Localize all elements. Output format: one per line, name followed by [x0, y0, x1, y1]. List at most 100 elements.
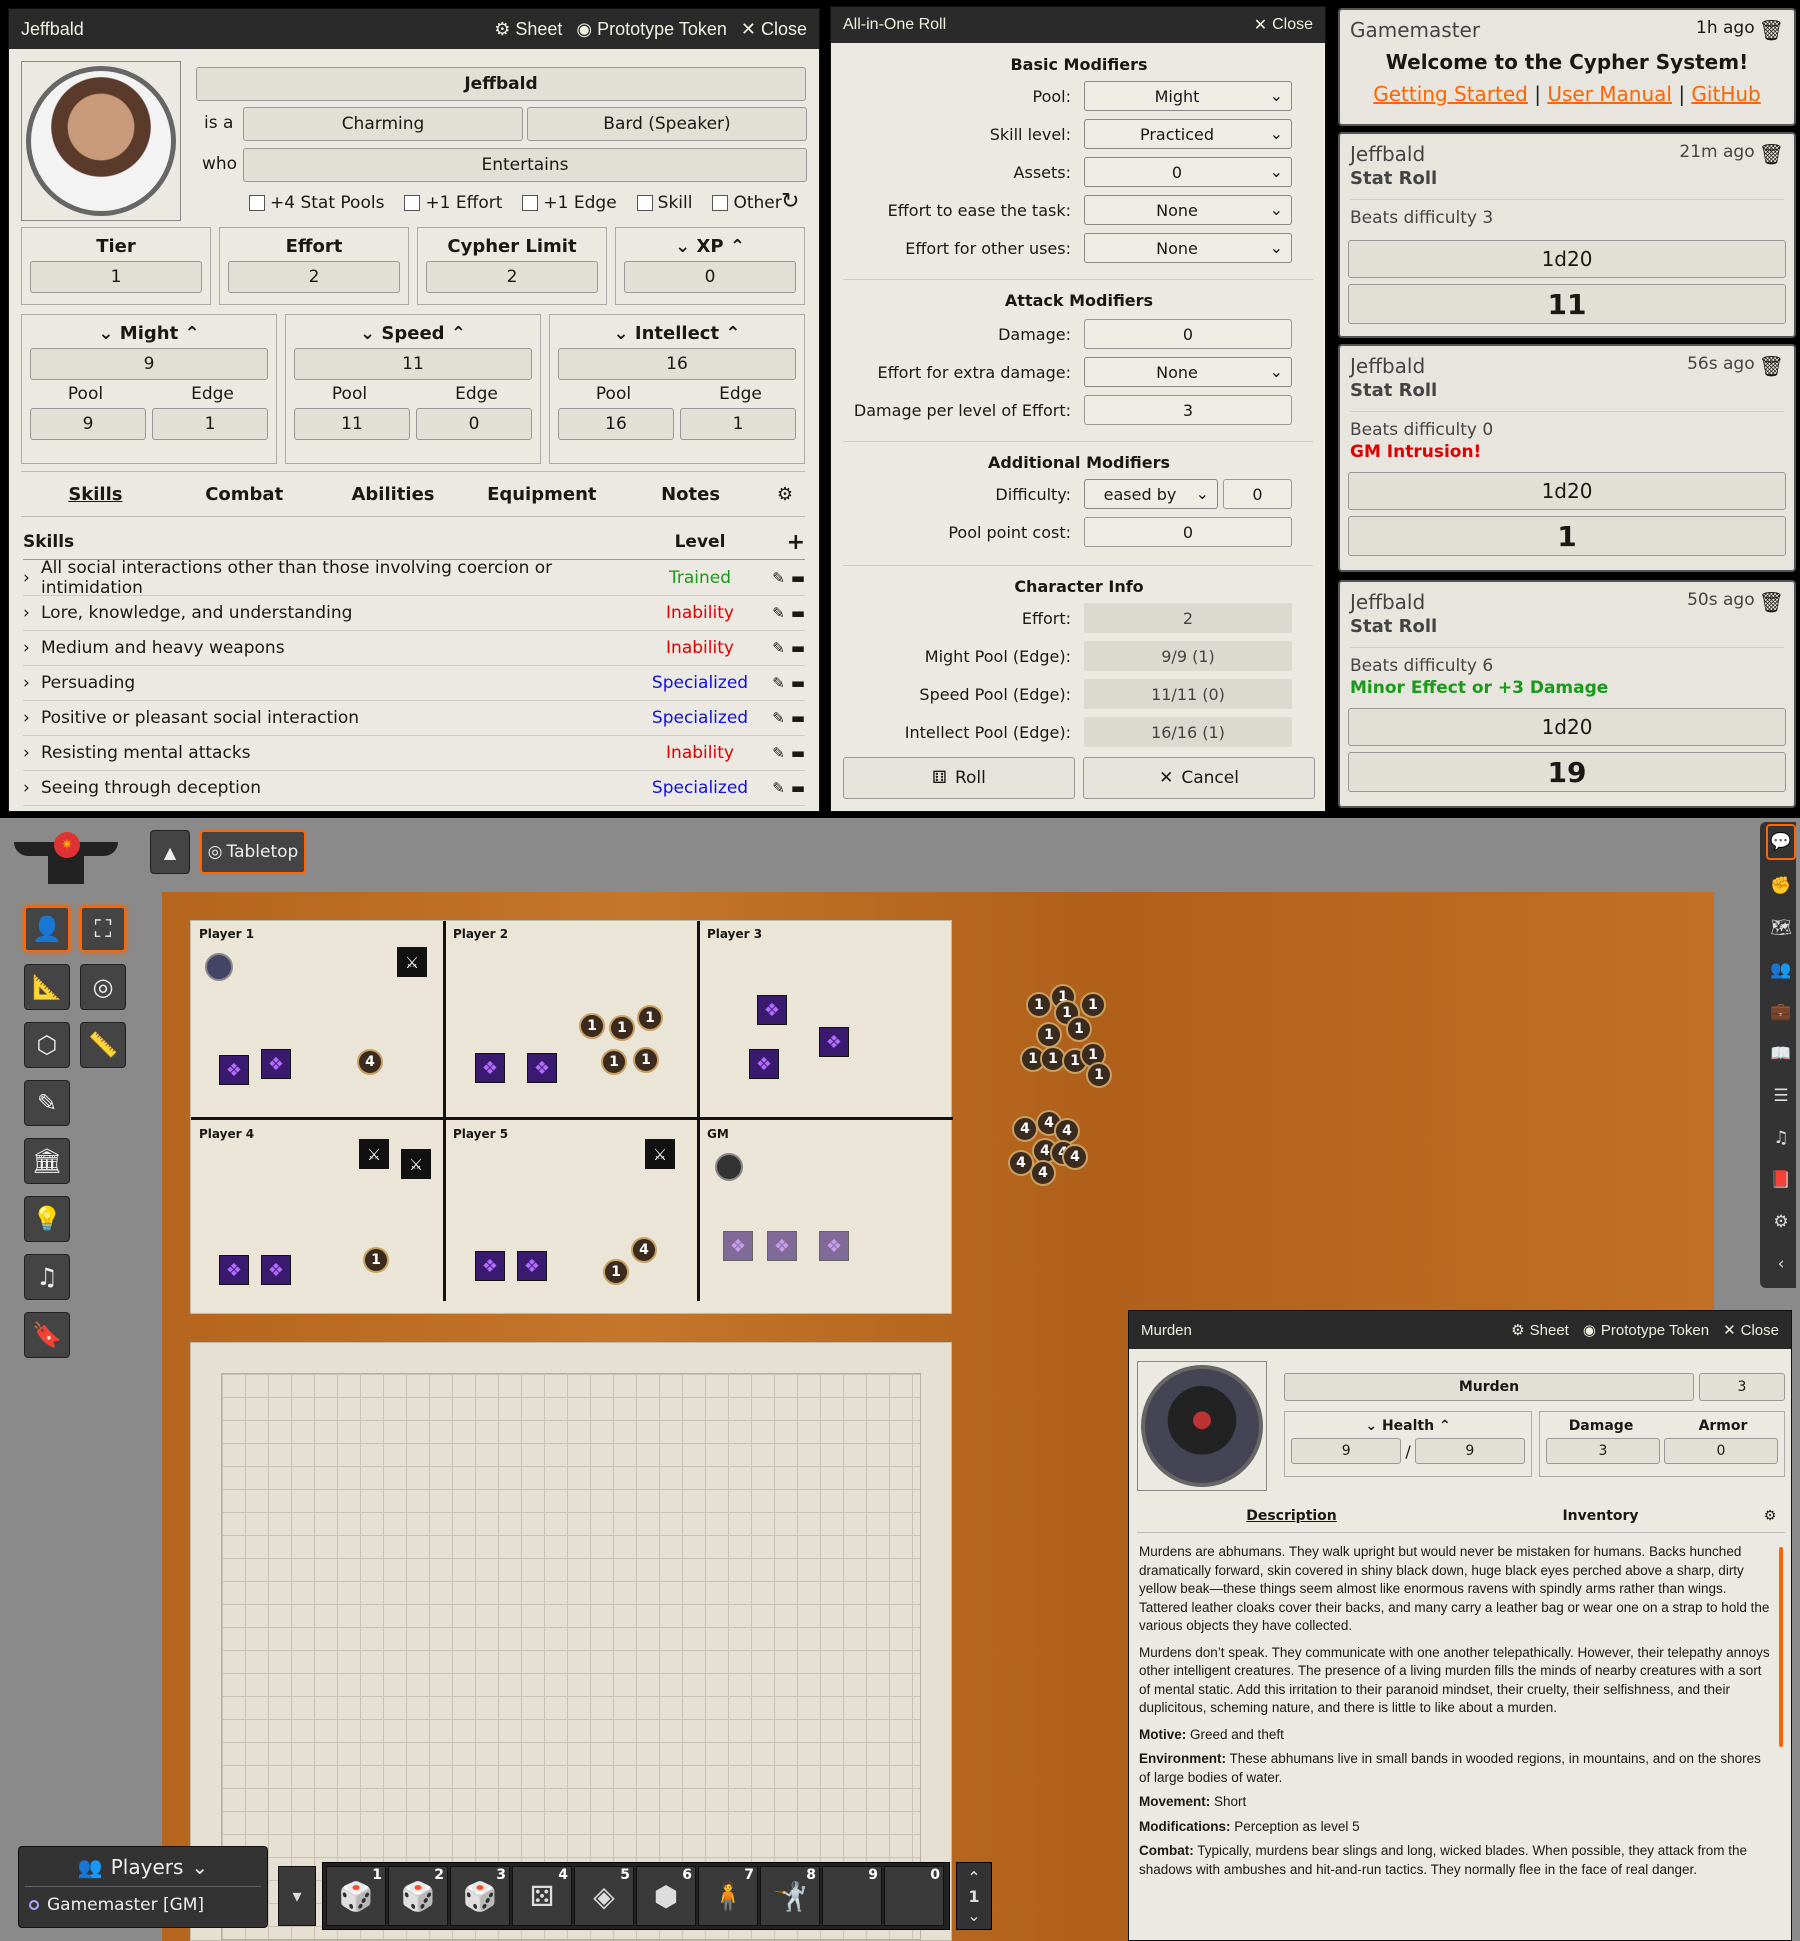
chevron-down-icon[interactable]: ⌄ — [360, 323, 375, 344]
stat-token[interactable]: ❖ — [475, 1053, 505, 1083]
tier-field[interactable]: 1 — [30, 261, 202, 293]
level-token[interactable]: 1 — [609, 1015, 635, 1041]
other-checkbox[interactable]: Other — [712, 193, 782, 213]
foundry-logo[interactable]: ✷ — [14, 830, 118, 892]
damage-per-level-input[interactable]: 3 — [1084, 395, 1292, 425]
character-token[interactable] — [205, 953, 233, 981]
chevron-up-icon[interactable]: ⌃ — [184, 323, 199, 344]
level-token[interactable]: 4 — [357, 1049, 383, 1075]
compendium-tab[interactable]: 📕 — [1766, 1162, 1796, 1198]
archive-icon[interactable]: ▬ — [791, 744, 805, 762]
stat-token[interactable]: ❖ — [767, 1231, 797, 1261]
level-token[interactable]: 1 — [1086, 1062, 1112, 1088]
level-token[interactable]: 1 — [601, 1049, 627, 1075]
intellect-edge-field[interactable]: 1 — [680, 408, 796, 440]
trash-icon[interactable]: 🗑 — [1759, 18, 1784, 42]
level-token[interactable]: 1 — [1066, 1016, 1092, 1042]
chevron-right-icon[interactable]: › — [23, 778, 41, 798]
level-token[interactable]: 1 — [579, 1013, 605, 1039]
skill-row[interactable]: › Medium and heavy weapons Inability ✎ ▬ — [23, 631, 805, 666]
sheet-button[interactable]: ⚙ Sheet — [494, 19, 562, 40]
edit-icon[interactable]: ✎ — [772, 639, 785, 657]
edit-icon[interactable]: ✎ — [772, 674, 785, 692]
edit-icon[interactable]: ✎ — [772, 779, 785, 797]
stat-token[interactable]: ❖ — [757, 995, 787, 1025]
archive-icon[interactable]: ▬ — [791, 779, 805, 797]
stat-token[interactable]: ❖ — [723, 1231, 753, 1261]
stat-token[interactable]: ❖ — [219, 1255, 249, 1285]
tab-abilities[interactable]: Abilities — [319, 484, 468, 505]
journal-tab[interactable]: 📖 — [1766, 1036, 1796, 1072]
extra-damage-select[interactable]: None — [1084, 357, 1292, 387]
edit-icon[interactable]: ✎ — [772, 744, 785, 762]
edge-checkbox[interactable]: +1 Edge — [522, 193, 617, 213]
scrollbar[interactable] — [1779, 1547, 1783, 1747]
edit-icon[interactable]: ✎ — [772, 569, 785, 587]
pool-cost-input[interactable]: 0 — [1084, 517, 1292, 547]
stat-token[interactable]: ❖ — [261, 1049, 291, 1079]
damage-input[interactable]: 0 — [1084, 319, 1292, 349]
scenes-tab[interactable]: 🗺 — [1766, 910, 1796, 946]
skill-checkbox[interactable]: Skill — [636, 193, 692, 213]
sheet-header[interactable]: Jeffbald ⚙ Sheet ◉ Prototype Token ✕ Close — [9, 9, 819, 49]
dice-formula[interactable]: 1d20 — [1348, 708, 1786, 746]
level-token[interactable]: 4 — [1030, 1160, 1056, 1186]
intellect-pool-field[interactable]: 16 — [558, 408, 674, 440]
lighting-tool[interactable]: 💡 — [24, 1196, 70, 1242]
speed-value-field[interactable]: 11 — [294, 348, 532, 380]
effort-other-select[interactable]: None — [1084, 233, 1292, 263]
macro-slot-7[interactable]: 🧍 7 — [698, 1866, 758, 1926]
chevron-down-icon[interactable]: ⌄ — [1365, 1418, 1377, 1434]
avatar[interactable] — [21, 61, 181, 221]
skill-row[interactable]: › Persuading Specialized ✎ ▬ — [23, 666, 805, 701]
macro-slot-4[interactable]: ⚄ 4 — [512, 1866, 572, 1926]
effort-ease-select[interactable]: None — [1084, 195, 1292, 225]
chevron-up-icon[interactable]: ⌃ — [967, 1868, 980, 1887]
chevron-right-icon[interactable]: › — [23, 603, 41, 623]
pool-select[interactable]: Might — [1084, 81, 1292, 111]
trash-icon[interactable]: 🗑 — [1759, 354, 1784, 378]
weapon-token[interactable]: ⚔ — [645, 1139, 675, 1169]
macro-slot-8[interactable]: 🤺 8 — [760, 1866, 820, 1926]
edit-icon[interactable]: ✎ — [772, 604, 785, 622]
level-token[interactable]: 4 — [1062, 1144, 1088, 1170]
trash-icon[interactable]: 🗑 — [1759, 142, 1784, 166]
tab-inventory[interactable]: Inventory — [1446, 1508, 1755, 1524]
archive-icon[interactable]: ▬ — [791, 604, 805, 622]
notes-tool[interactable]: 🔖 — [24, 1312, 70, 1358]
stat-token[interactable]: ❖ — [219, 1055, 249, 1085]
cancel-button[interactable]: ✕ Cancel — [1083, 757, 1315, 799]
drawing-tool[interactable]: ✎ — [24, 1080, 70, 1126]
xp-field[interactable]: 0 — [624, 261, 796, 293]
chevron-right-icon[interactable]: › — [23, 673, 41, 693]
close-button[interactable]: ✕ Close — [741, 19, 807, 40]
chevron-right-icon[interactable]: › — [23, 638, 41, 658]
ruler-tool[interactable]: 📏 — [80, 1022, 126, 1068]
stat-token[interactable]: ❖ — [749, 1049, 779, 1079]
skill-row[interactable]: › Positive or pleasant social interaction… — [23, 701, 805, 736]
weapon-token[interactable]: ⚔ — [359, 1139, 389, 1169]
trash-icon[interactable]: 🗑 — [1759, 590, 1784, 614]
assets-select[interactable]: 0 — [1084, 157, 1292, 187]
level-token[interactable]: 1 — [637, 1005, 663, 1031]
chevron-right-icon[interactable]: › — [23, 568, 41, 588]
chevron-right-icon[interactable]: › — [23, 708, 41, 728]
walls-tool[interactable]: 🏛 — [24, 1138, 70, 1184]
level-token[interactable]: 1 — [633, 1047, 659, 1073]
tab-description[interactable]: Description — [1137, 1508, 1446, 1524]
effort-field[interactable]: 2 — [228, 261, 400, 293]
collapse-sidebar-button[interactable]: ‹ — [1766, 1246, 1796, 1282]
tab-notes[interactable]: Notes — [616, 484, 765, 505]
getting-started-link[interactable]: Getting Started — [1373, 82, 1528, 106]
prototype-token-button[interactable]: ◉ Prototype Token — [576, 19, 726, 40]
npc-level-field[interactable]: 3 — [1699, 1373, 1785, 1401]
tab-equipment[interactable]: Equipment — [467, 484, 616, 505]
token-controls-tool[interactable]: 👤 — [24, 906, 70, 952]
health-value-field[interactable]: 9 — [1291, 1438, 1402, 1464]
sounds-tool[interactable]: ♫ — [24, 1254, 70, 1300]
npc-avatar[interactable] — [1137, 1361, 1267, 1491]
armor-field[interactable]: 0 — [1664, 1438, 1778, 1464]
macro-slot-6[interactable]: ⬢ 6 — [636, 1866, 696, 1926]
type-field[interactable]: Bard (Speaker) — [527, 107, 807, 141]
roll-dialog-header[interactable]: All-in-One Roll ✕ Close — [831, 7, 1325, 43]
